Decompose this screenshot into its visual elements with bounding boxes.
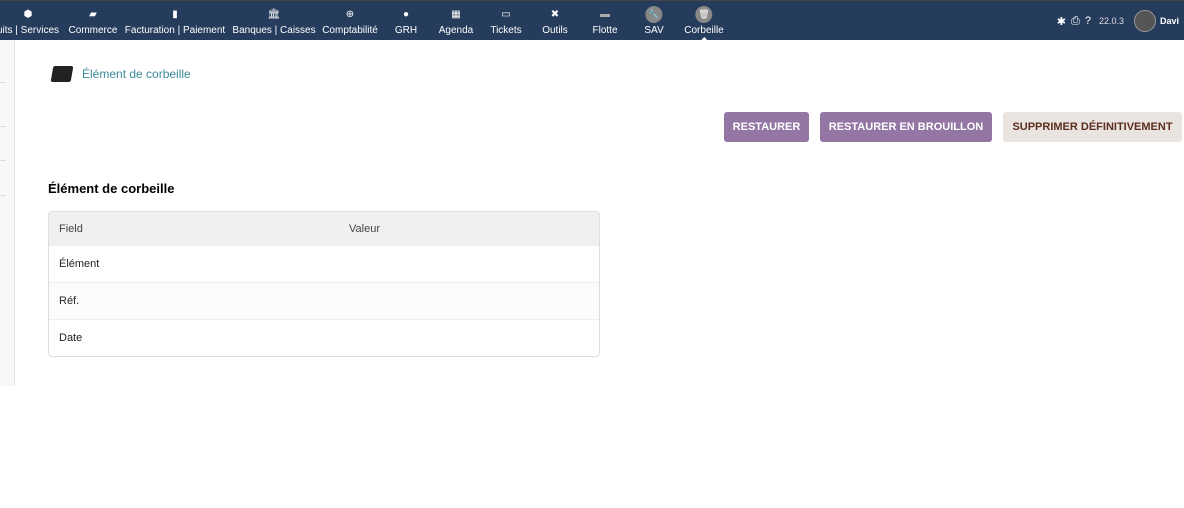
user-icon: ●	[402, 9, 410, 20]
print-icon[interactable]: ⎙	[1071, 15, 1080, 28]
restore-draft-button[interactable]: RESTAURER EN BROUILLON	[820, 112, 992, 142]
nav-banks[interactable]: 🏛 Banques | Caisses	[232, 1, 315, 41]
invoice-icon: ▮	[172, 9, 178, 20]
delete-permanently-button[interactable]: SUPPRIMER DÉFINITIVEMENT	[1003, 112, 1182, 142]
folder-icon	[50, 66, 74, 82]
search-dollar-icon: ⊕	[345, 9, 355, 20]
breadcrumb-title[interactable]: Élément de corbeille	[82, 67, 191, 81]
table-header: Field Valeur	[49, 212, 599, 245]
nav-commerce[interactable]: ▰ Commerce	[69, 1, 118, 41]
help-icon[interactable]: ?	[1085, 15, 1091, 27]
left-sidebar	[0, 40, 15, 386]
version-label: 22.0.3	[1098, 16, 1124, 26]
bank-icon: 🏛	[267, 9, 281, 20]
cube-icon: ⬢	[23, 9, 33, 20]
active-indicator	[700, 37, 708, 41]
nav-trash[interactable]: 🗑 Corbeille	[684, 1, 724, 41]
top-navbar: ⬢ uits | Services ▰ Commerce ▮ Facturation …	[0, 0, 1184, 41]
nav-tools[interactable]: ✖ Outils	[542, 1, 568, 41]
nav-sav[interactable]: 🔧 SAV	[644, 1, 664, 41]
nav-fleet[interactable]: ▬ Flotte	[592, 1, 617, 41]
nav-agenda[interactable]: ▦ Agenda	[439, 1, 473, 41]
breadcrumb: Élément de corbeille	[50, 66, 191, 82]
user-name[interactable]: Davi	[1160, 16, 1179, 26]
table-row: Réf.	[49, 282, 599, 319]
details-table: Field Valeur Élément Réf. Date	[48, 211, 600, 357]
table-row: Élément	[49, 245, 599, 282]
ticket-icon: ▭	[501, 9, 511, 20]
nav-accounting[interactable]: ⊕ Comptabilité	[322, 1, 378, 41]
table-row: Date	[49, 319, 599, 356]
calendar-icon: ▦	[451, 9, 461, 20]
wrench-icon: 🔧	[645, 6, 663, 23]
trash-icon: 🗑	[695, 6, 713, 23]
nav-tickets[interactable]: ▭ Tickets	[490, 1, 521, 41]
tools-icon: ✖	[550, 9, 560, 20]
avatar[interactable]	[1133, 10, 1156, 32]
car-icon: ▬	[599, 9, 610, 20]
briefcase-icon: ▰	[89, 9, 97, 20]
bug-icon[interactable]: ✱	[1057, 15, 1066, 28]
restore-button[interactable]: RESTAURER	[724, 112, 809, 142]
nav-billing[interactable]: ▮ Facturation | Paiement	[125, 1, 225, 41]
nav-products-services[interactable]: ⬢ uits | Services	[0, 1, 59, 41]
nav-hr[interactable]: ● GRH	[395, 1, 417, 41]
section-title: Élément de corbeille	[48, 181, 175, 196]
